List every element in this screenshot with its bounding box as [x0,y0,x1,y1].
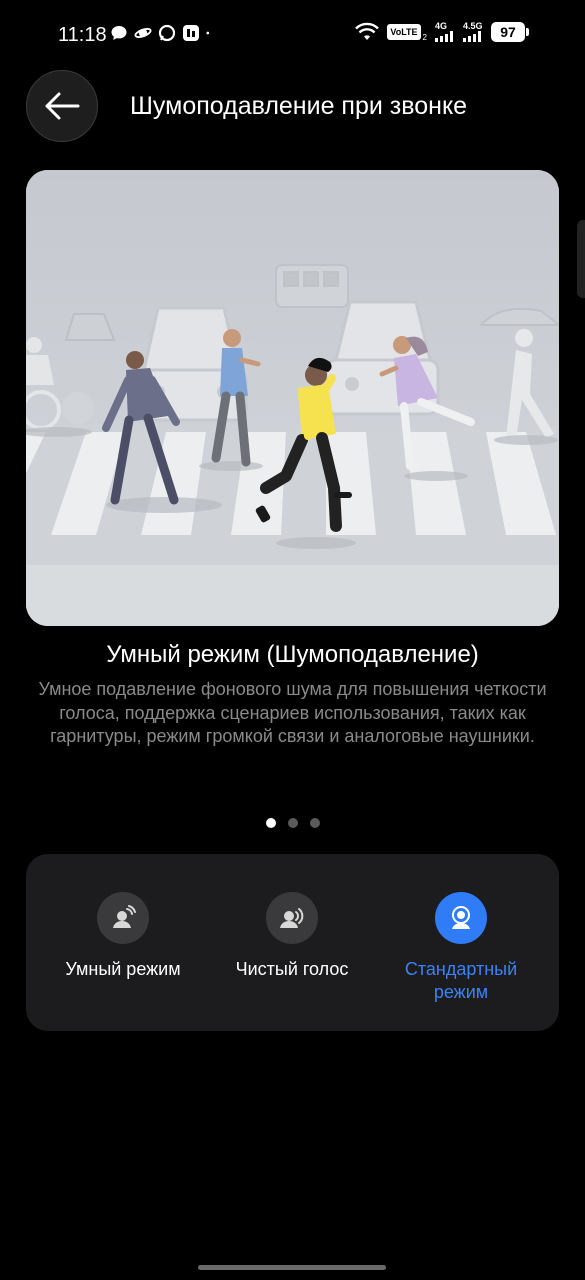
pager-dot-1[interactable] [265,818,276,828]
volte-sim-number: 2 [422,32,427,42]
wifi-icon [355,22,380,40]
mode-description: Умное подавление фонового шума для повыш… [38,679,547,746]
mode-option-smart[interactable]: Умный режим [38,892,208,981]
home-indicator[interactable] [198,1265,386,1270]
planet-icon [134,28,152,38]
arrow-left-icon [45,92,80,120]
crosswalk-scene-illustration [26,170,559,626]
system-indicators: VoLTE 2 4G 4.5G 97 [355,22,529,42]
more-notifications-dot-icon [206,31,210,35]
side-scroll-handle[interactable] [577,220,585,298]
clear-voice-icon [266,892,318,944]
signal-bars-icon [463,31,481,42]
mode-option-clear-voice[interactable]: Чистый голос [207,892,377,981]
signal-sim1: 4G [435,22,455,42]
mode-label-smart: Умный режим [65,959,181,979]
signal-sim2: 4.5G [463,22,483,42]
signal-bars-icon [435,31,453,42]
back-button[interactable] [26,70,98,142]
mode-selector-panel: Умный режим Чистый голос Стандартный реж… [26,854,559,1031]
app-notification-icon [183,25,199,41]
mode-title: Умный режим (Шумоподавление) [106,641,479,668]
network-type-2: 4.5G [463,21,483,31]
pager-dot-3[interactable] [309,818,320,828]
status-bar: 11:18 VoLTE 2 4G 4.5G 97 [0,0,585,70]
chat-bubble-icon [111,26,127,40]
network-type-1: 4G [435,21,448,31]
standard-mode-icon [435,892,487,944]
mode-illustration [26,170,559,626]
battery-indicator: 97 [491,22,529,42]
mode-label-clear-voice: Чистый голос [235,959,349,979]
mode-option-standard[interactable]: Стандартный режим [376,892,546,1004]
pager-dots [0,818,585,828]
pager-dot-2[interactable] [287,818,298,828]
notification-icons [110,24,214,42]
page-title: Шумоподавление при звонке [130,92,468,120]
smart-voice-icon [97,892,149,944]
mode-label-standard: Стандартный режим [404,959,518,1002]
status-time: 11:18 [58,24,107,46]
volte-badge: VoLTE [387,24,421,40]
messenger-icon [158,24,176,42]
